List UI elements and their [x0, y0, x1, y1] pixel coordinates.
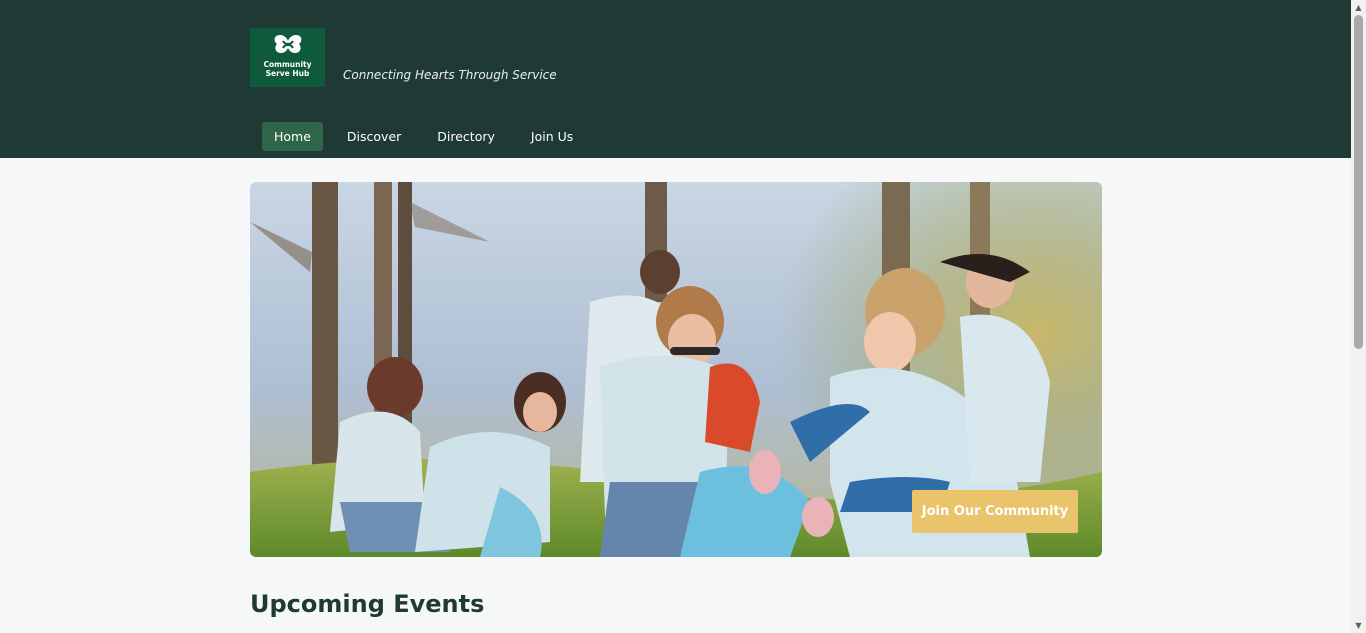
nav-item-discover[interactable]: Discover — [335, 122, 413, 151]
upcoming-events-title: Upcoming Events — [250, 590, 485, 618]
scrollbar-thumb[interactable] — [1354, 15, 1363, 349]
nav-item-join-us[interactable]: Join Us — [519, 122, 585, 151]
nav-item-home[interactable]: Home — [262, 122, 323, 151]
logo-line-1: Community — [263, 60, 312, 69]
scroll-down-arrow-icon[interactable]: ▼ — [1351, 618, 1366, 633]
main-nav: Home Discover Directory Join Us — [262, 122, 597, 151]
page-viewport: Community Serve Hub Connecting Hearts Th… — [0, 0, 1351, 633]
nav-item-directory[interactable]: Directory — [425, 122, 507, 151]
join-community-button[interactable]: Join Our Community — [912, 490, 1078, 533]
hands-heart-icon — [274, 35, 301, 53]
site-header: Community Serve Hub Connecting Hearts Th… — [0, 0, 1351, 158]
site-logo[interactable]: Community Serve Hub — [250, 28, 325, 87]
logo-text: Community Serve Hub — [263, 60, 311, 78]
page-scrollbar[interactable]: ▲ ▼ — [1351, 0, 1366, 633]
site-tagline: Connecting Hearts Through Service — [343, 68, 557, 82]
logo-line-2: Serve Hub — [265, 69, 310, 78]
scroll-up-arrow-icon[interactable]: ▲ — [1351, 0, 1366, 15]
